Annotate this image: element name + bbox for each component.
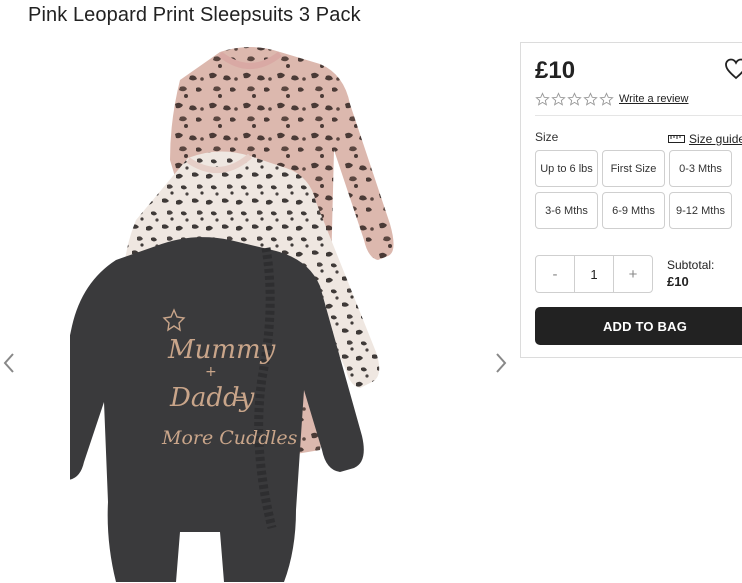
divider	[535, 115, 742, 116]
quantity-decrease-button[interactable]: -	[536, 256, 574, 292]
star-outline-icon	[551, 92, 566, 106]
print-line-mummy: Mummy	[167, 335, 276, 365]
size-option-0-3-mths[interactable]: 0-3 Mths	[669, 150, 732, 187]
product-image: Mummy + Daddy = More Cuddles	[70, 47, 394, 582]
star-outline-icon	[535, 92, 550, 106]
rating-stars	[535, 92, 614, 107]
quantity-value[interactable]: 1	[574, 256, 614, 292]
add-to-bag-button[interactable]: ADD TO BAG	[535, 307, 742, 345]
star-outline-icon	[599, 92, 614, 106]
quantity-stepper: - 1 +	[535, 255, 653, 293]
size-option-9-12-mths[interactable]: 9-12 Mths	[669, 192, 732, 229]
size-option-6-9-mths[interactable]: 6-9 Mths	[602, 192, 665, 229]
print-line-equals: =	[234, 389, 247, 408]
chevron-right-icon	[496, 353, 507, 373]
ruler-icon	[668, 135, 685, 143]
star-outline-icon	[567, 92, 582, 106]
star-outline-icon	[583, 92, 598, 106]
gallery-next-button[interactable]	[492, 348, 510, 378]
print-line-plus: +	[205, 364, 217, 380]
chevron-left-icon	[3, 353, 14, 373]
charcoal-slogan-sleepsuit: Mummy + Daddy = More Cuddles	[70, 237, 364, 582]
subtotal-value: £10	[667, 274, 689, 289]
gallery-prev-button[interactable]	[0, 348, 18, 378]
size-guide-link[interactable]: Size guide	[668, 132, 742, 146]
size-option-3-6-mths[interactable]: 3-6 Mths	[535, 192, 598, 229]
size-label: Size	[535, 130, 559, 144]
write-review-link[interactable]: Write a review	[619, 93, 688, 105]
size-guide-label: Size guide	[689, 132, 742, 146]
product-price: £10	[535, 57, 576, 84]
product-title: Pink Leopard Print Sleepsuits 3 Pack	[28, 4, 361, 26]
heart-icon	[725, 58, 742, 80]
size-option-first-size[interactable]: First Size	[602, 150, 665, 187]
subtotal-label: Subtotal:	[667, 258, 715, 272]
product-gallery: Mummy + Daddy = More Cuddles	[0, 40, 515, 583]
wishlist-button[interactable]	[724, 57, 742, 81]
quantity-increase-button[interactable]: +	[614, 256, 652, 292]
purchase-panel: £10 Write a review Size Size guide Up to…	[520, 42, 742, 358]
size-option-up-to-6-lbs[interactable]: Up to 6 lbs	[535, 150, 598, 187]
print-line-cuddles: More Cuddles	[161, 427, 298, 449]
